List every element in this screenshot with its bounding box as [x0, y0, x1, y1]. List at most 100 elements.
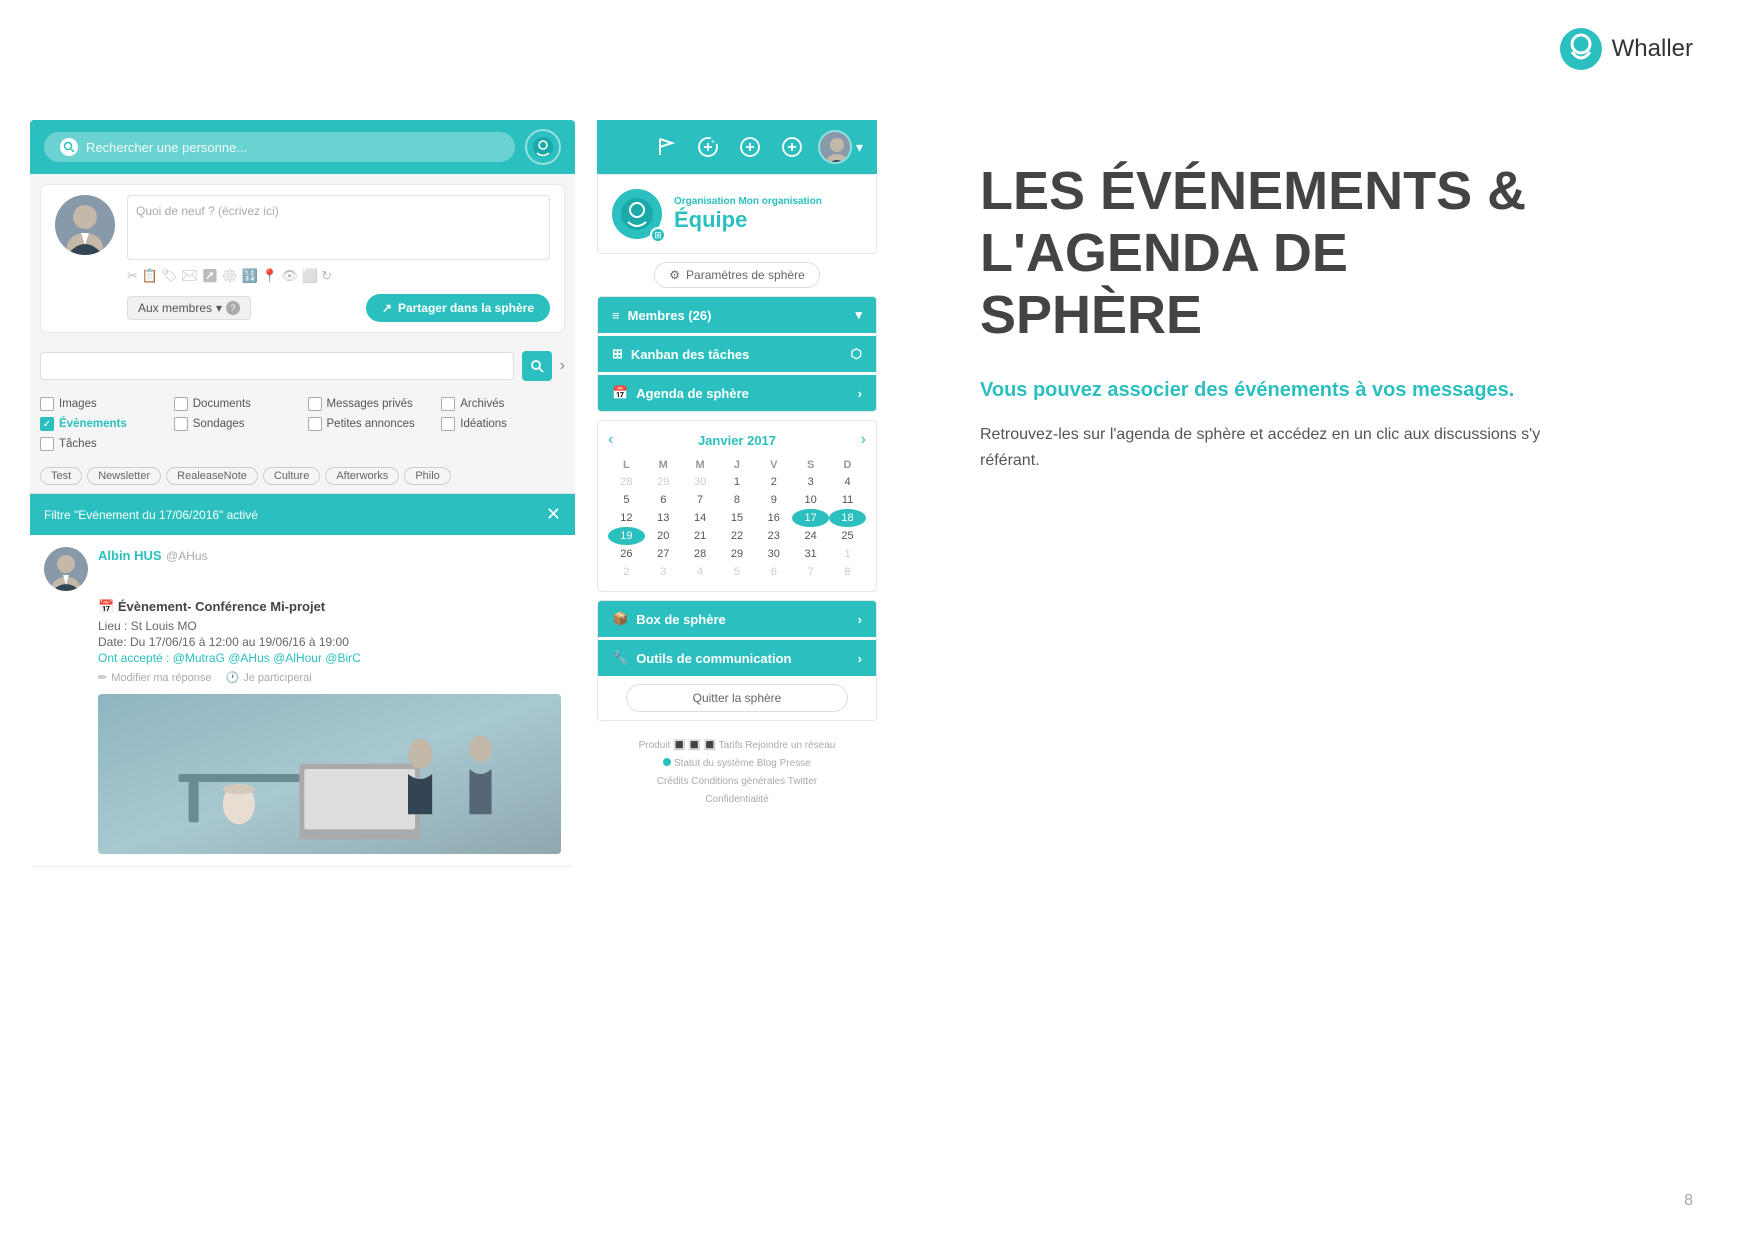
checkbox-archives[interactable]: Archivés — [441, 397, 565, 411]
cal-cell-w1-6[interactable]: 11 — [829, 491, 866, 509]
checkbox-sondages-box[interactable] — [174, 417, 188, 431]
checkbox-taches-box[interactable] — [40, 437, 54, 451]
tag-newsletter[interactable]: Newsletter — [87, 467, 161, 485]
sphere-box-button[interactable]: 📦 Box de sphère › — [598, 601, 876, 637]
post-item-author: Albin HUS @AHus — [98, 547, 208, 565]
footer-statut: Statut du système Blog Presse — [674, 758, 811, 769]
sphere-bottom-menu: 📦 Box de sphère › 🔧 Outils de communicat… — [597, 600, 877, 721]
cal-cell-w2-5[interactable]: 17 — [792, 509, 829, 527]
cal-cell-w4-2[interactable]: 28 — [682, 545, 719, 563]
cal-cell-w0-3[interactable]: 1 — [719, 473, 756, 491]
cal-cell-w4-4[interactable]: 30 — [755, 545, 792, 563]
sphere-outils-button[interactable]: 🔧 Outils de communication › — [598, 640, 876, 676]
filter-expand-button[interactable]: › — [560, 357, 565, 375]
checkbox-petites-annonces[interactable]: Petites annonces — [308, 417, 432, 431]
cal-cell-w3-0[interactable]: 19 — [608, 527, 645, 545]
recipients-dropdown[interactable]: Aux membres ▾ ? — [127, 296, 251, 320]
share-button[interactable]: ↗ Partager dans la sphère — [366, 294, 550, 322]
checkbox-documents[interactable]: Documents — [174, 397, 298, 411]
message-search-input[interactable] — [40, 352, 514, 380]
checkbox-evenements-box[interactable] — [40, 417, 54, 431]
checkbox-ideations[interactable]: Idéations — [441, 417, 565, 431]
cal-cell-w1-1[interactable]: 6 — [645, 491, 682, 509]
cal-cell-w4-6[interactable]: 1 — [829, 545, 866, 563]
add-circle1-button[interactable]: + — [692, 131, 724, 163]
cal-cell-w3-2[interactable]: 21 — [682, 527, 719, 545]
cal-cell-w2-2[interactable]: 14 — [682, 509, 719, 527]
message-filter-row: › — [30, 343, 575, 389]
sphere-menu-membres[interactable]: ≡ Membres (26) ▾ — [598, 297, 876, 333]
cal-cell-w0-5[interactable]: 3 — [792, 473, 829, 491]
cal-cell-w3-3[interactable]: 22 — [719, 527, 756, 545]
checkbox-images[interactable]: Images — [40, 397, 164, 411]
add-circle3-button[interactable] — [776, 131, 808, 163]
cal-cell-w4-1[interactable]: 27 — [645, 545, 682, 563]
cal-cell-w5-5[interactable]: 7 — [792, 563, 829, 581]
cal-cell-w5-4[interactable]: 6 — [755, 563, 792, 581]
cal-cell-w0-6[interactable]: 4 — [829, 473, 866, 491]
checkbox-evenements[interactable]: Évènements — [40, 417, 164, 431]
calendar-title: Janvier 2017 — [698, 433, 776, 448]
cal-cell-w5-2[interactable]: 4 — [682, 563, 719, 581]
cal-cell-w1-0[interactable]: 5 — [608, 491, 645, 509]
checkbox-messages-prives[interactable]: Messages privés — [308, 397, 432, 411]
modify-response-link[interactable]: ✏ Modifier ma réponse — [98, 671, 212, 684]
checkbox-documents-box[interactable] — [174, 397, 188, 411]
quit-sphere-button[interactable]: Quitter la sphère — [626, 684, 848, 712]
sphere-params-button[interactable]: ⚙ Paramètres de sphère — [654, 262, 820, 288]
checkbox-taches[interactable]: Tâches — [40, 437, 164, 451]
cal-cell-w3-5[interactable]: 24 — [792, 527, 829, 545]
calendar-next-button[interactable]: › — [861, 431, 866, 449]
tag-culture[interactable]: Culture — [263, 467, 320, 485]
cal-cell-w2-1[interactable]: 13 — [645, 509, 682, 527]
cal-cell-w3-1[interactable]: 20 — [645, 527, 682, 545]
person-search-bar[interactable]: Rechercher une personne... — [44, 132, 515, 162]
cal-cell-w2-6[interactable]: 18 — [829, 509, 866, 527]
cal-cell-w0-2[interactable]: 30 — [682, 473, 719, 491]
kanban-label: Kanban des tâches — [631, 347, 750, 362]
footer-credits: Crédits Conditions générales Twitter — [657, 776, 817, 787]
cal-cell-w3-4[interactable]: 23 — [755, 527, 792, 545]
post-input-area[interactable]: Quoi de neuf ? (écrivez ici) — [127, 195, 550, 260]
close-filter-button[interactable]: ✕ — [546, 504, 561, 525]
checkbox-archives-box[interactable] — [441, 397, 455, 411]
cal-cell-w1-5[interactable]: 10 — [792, 491, 829, 509]
cal-cell-w4-5[interactable]: 31 — [792, 545, 829, 563]
cal-cell-w0-1[interactable]: 29 — [645, 473, 682, 491]
cal-cell-w5-1[interactable]: 3 — [645, 563, 682, 581]
cal-cell-w4-3[interactable]: 29 — [719, 545, 756, 563]
post-text-input[interactable]: Quoi de neuf ? (écrivez ici) — [127, 195, 550, 260]
checkbox-ideations-box[interactable] — [441, 417, 455, 431]
calendar-prev-button[interactable]: ‹ — [608, 431, 613, 449]
user-menu[interactable]: ▾ — [818, 130, 863, 164]
post-event-title: 📅 Évènement- Conférence Mi-projet — [98, 599, 561, 615]
tag-test[interactable]: Test — [40, 467, 82, 485]
cal-cell-w5-3[interactable]: 5 — [719, 563, 756, 581]
cal-cell-w2-0[interactable]: 12 — [608, 509, 645, 527]
checkbox-petites-annonces-box[interactable] — [308, 417, 322, 431]
tag-afterworks[interactable]: Afterworks — [325, 467, 399, 485]
cal-cell-w4-0[interactable]: 26 — [608, 545, 645, 563]
checkbox-images-box[interactable] — [40, 397, 54, 411]
checkbox-messages-prives-box[interactable] — [308, 397, 322, 411]
participate-link[interactable]: 🕐 Je participerai — [226, 671, 312, 684]
tag-realeasenote[interactable]: RealeaseNote — [166, 467, 258, 485]
message-search-button[interactable] — [522, 351, 552, 381]
cal-cell-w2-4[interactable]: 16 — [755, 509, 792, 527]
tag-philo[interactable]: Philo — [404, 467, 450, 485]
add-circle2-button[interactable] — [734, 131, 766, 163]
cal-cell-w0-0[interactable]: 28 — [608, 473, 645, 491]
cal-cell-w5-6[interactable]: 8 — [829, 563, 866, 581]
gear-icon: ⚙ — [669, 268, 680, 282]
flag-icon-button[interactable] — [650, 131, 682, 163]
cal-cell-w0-4[interactable]: 2 — [755, 473, 792, 491]
cal-cell-w1-3[interactable]: 8 — [719, 491, 756, 509]
cal-cell-w1-4[interactable]: 9 — [755, 491, 792, 509]
cal-cell-w3-6[interactable]: 25 — [829, 527, 866, 545]
cal-cell-w1-2[interactable]: 7 — [682, 491, 719, 509]
cal-cell-w5-0[interactable]: 2 — [608, 563, 645, 581]
cal-cell-w2-3[interactable]: 15 — [719, 509, 756, 527]
sphere-menu-agenda[interactable]: 📅 Agenda de sphère › — [598, 375, 876, 411]
sphere-menu-kanban[interactable]: ⊞ Kanban des tâches ⬡ — [598, 336, 876, 372]
checkbox-sondages[interactable]: Sondages — [174, 417, 298, 431]
